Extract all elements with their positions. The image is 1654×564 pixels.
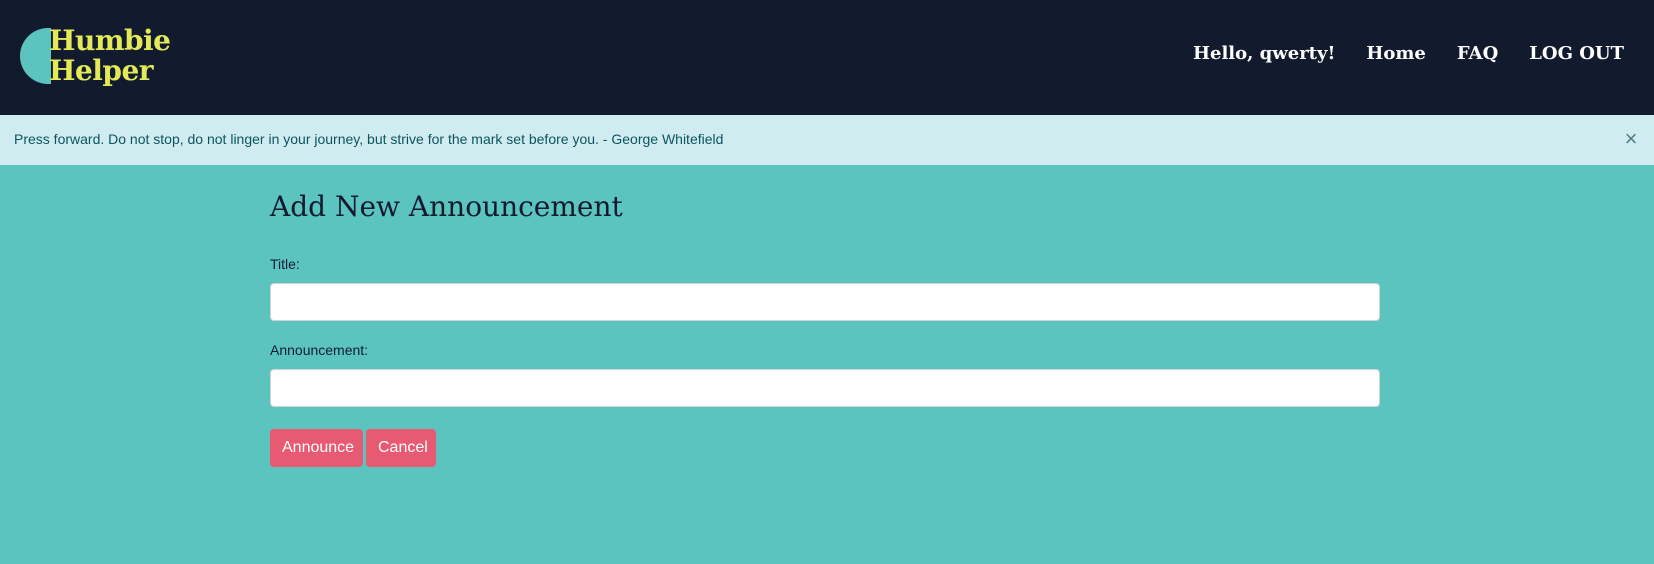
announcement-input[interactable] <box>270 369 1380 407</box>
title-input[interactable] <box>270 283 1380 321</box>
brand-name-line-1: Humbie <box>49 24 171 57</box>
title-label: Title: <box>270 256 300 272</box>
close-icon[interactable]: × <box>1618 126 1644 152</box>
brand-name: Humbie Helper <box>49 24 171 87</box>
nav-logout-link[interactable]: LOG OUT <box>1529 40 1624 68</box>
brand-name-line-2: Helper <box>49 54 154 87</box>
alert-quote-text: Press forward. Do not stop, do not linge… <box>14 131 724 147</box>
nav-links: Hello, qwerty! Home FAQ LOG OUT <box>1193 40 1624 68</box>
announce-button[interactable]: Announce <box>270 429 363 467</box>
nav-user-greeting[interactable]: Hello, qwerty! <box>1193 40 1335 68</box>
quote-alert: Press forward. Do not stop, do not linge… <box>0 115 1654 165</box>
nav-faq-link[interactable]: FAQ <box>1457 40 1498 68</box>
brand-logo-link[interactable]: Humbie Helper <box>20 24 171 90</box>
half-circle-logo-icon <box>20 28 51 84</box>
cancel-button[interactable]: Cancel <box>366 429 436 467</box>
page-title: Add New Announcement <box>270 190 623 223</box>
announcement-label: Announcement: <box>270 342 369 358</box>
nav-home-link[interactable]: Home <box>1366 40 1426 68</box>
top-navbar: Humbie Helper Hello, qwerty! Home FAQ LO… <box>0 0 1654 115</box>
